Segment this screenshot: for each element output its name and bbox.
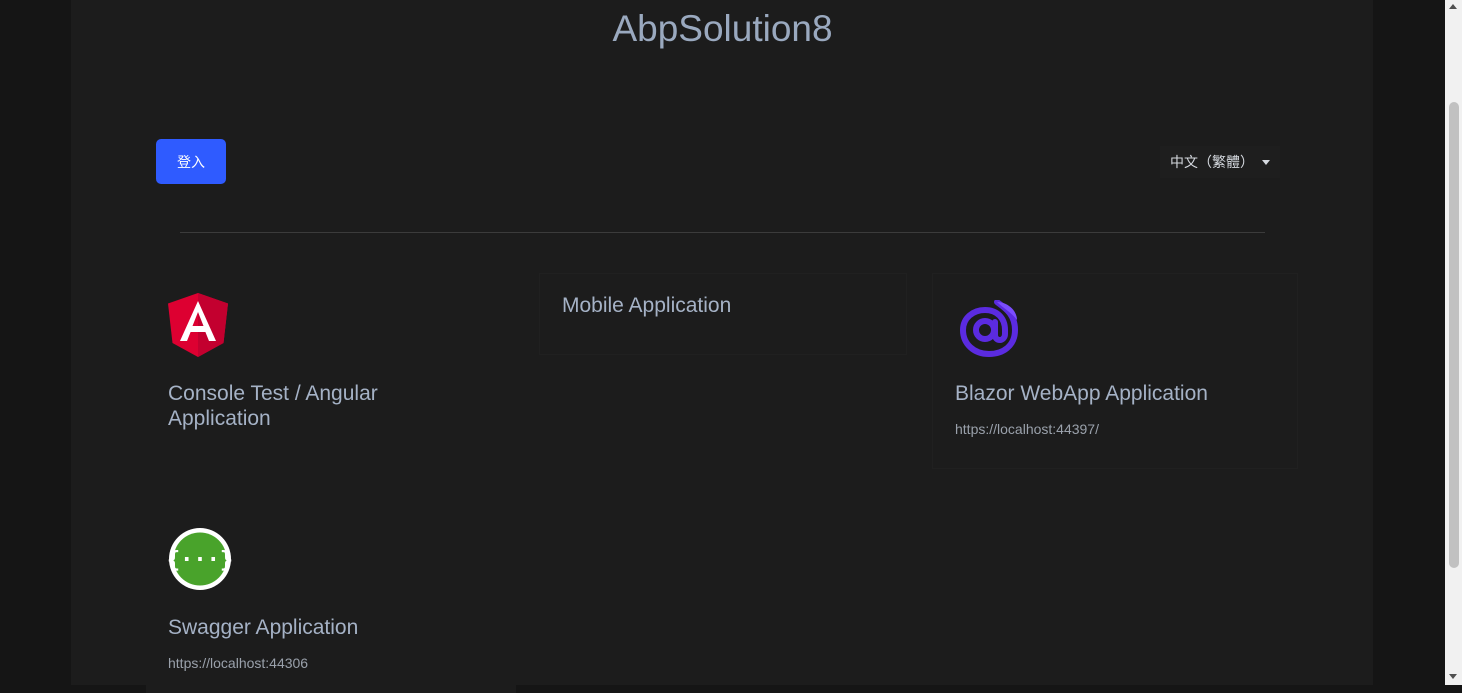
scrollbar-thumb[interactable]	[1449, 102, 1459, 568]
language-label: 中文（繁體）	[1170, 154, 1254, 170]
login-button[interactable]: 登入	[156, 139, 226, 184]
divider	[180, 232, 1265, 233]
app-url-link[interactable]: https://localhost:44306	[168, 655, 308, 671]
app-title: Blazor WebApp Application	[955, 382, 1208, 405]
swagger-icon: {···}	[168, 528, 232, 590]
scroll-down-arrow-icon[interactable]	[1449, 674, 1457, 679]
language-dropdown[interactable]: 中文（繁體）	[1160, 146, 1280, 178]
app-url-link[interactable]: https://localhost:44397/	[955, 421, 1099, 437]
app-card-blazor: Blazor WebApp Application https://localh…	[933, 274, 1297, 468]
caret-down-icon	[1262, 159, 1270, 165]
app-title: Swagger Application	[168, 616, 359, 639]
app-card-swagger: {···} Swagger Application https://localh…	[146, 508, 516, 693]
app-title: Mobile Application	[562, 294, 732, 317]
app-title: Console Test / Angular Application	[168, 382, 378, 430]
angular-icon	[168, 293, 228, 357]
app-card-angular: Console Test / Angular Application	[146, 274, 516, 459]
page-title: AbpSolution8	[612, 8, 833, 49]
blazor-icon	[959, 300, 1019, 358]
app-card-mobile: Mobile Application	[540, 274, 906, 354]
svg-text:{···}: {···}	[168, 548, 232, 573]
scroll-up-arrow-icon[interactable]	[1449, 4, 1457, 9]
